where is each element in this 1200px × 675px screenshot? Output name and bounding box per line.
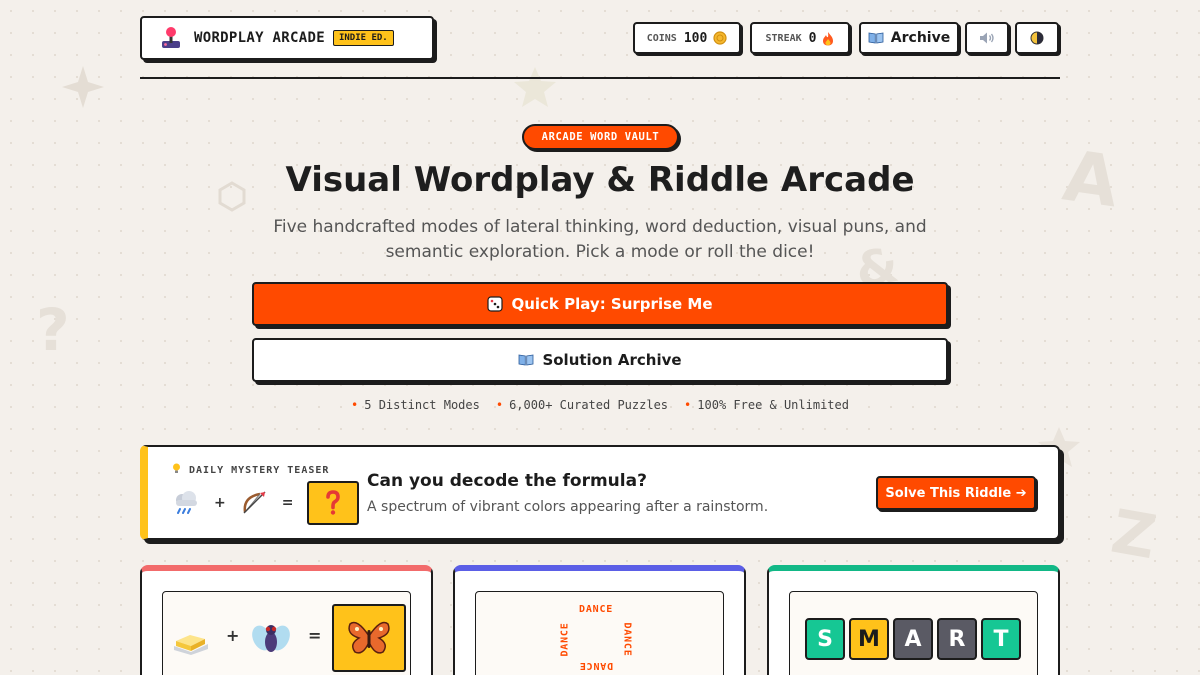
stat-item: • 5 Distinct Modes [351,398,480,412]
rebus-word-right: DANCE [621,622,633,657]
sparkle-decoration-icon [62,66,104,108]
streak-label: STREAK [765,32,802,44]
lightbulb-icon [173,463,180,473]
book-icon [519,354,534,366]
stat-item: • 100% Free & Unlimited [684,398,849,412]
card-preview: + = [162,591,411,675]
plus-operator: + [226,626,240,645]
coins-value: 100 [683,30,708,46]
rebus-word-top: DANCE [579,604,614,615]
brand-logo[interactable]: WORDPLAY ARCADE INDIE ED. [140,16,434,60]
equals-operator: = [308,626,322,645]
streak-counter[interactable]: STREAK 0 [750,22,850,54]
answer-box [307,481,360,525]
page-title: Visual Wordplay & Riddle Arcade [285,160,915,200]
archive-label: Archive [890,30,951,46]
joystick-icon [162,27,180,48]
teaser-hint: A spectrum of vibrant colors appearing a… [367,499,769,515]
rebus-word-bottom: DANCE [579,660,614,671]
mode-card-visual-pun[interactable]: + = [140,565,433,675]
book-icon [868,32,884,44]
speaker-icon [980,32,994,44]
daily-teaser-card: DAILY MYSTERY TEASER + = Can you decode … [140,445,1060,540]
teaser-label: DAILY MYSTERY TEASER [172,463,329,476]
question-mark-decoration: ? [36,296,70,364]
streak-value: 0 [808,30,817,46]
solve-riddle-button[interactable]: Solve This Riddle ➔ [876,476,1036,510]
solution-archive-label: Solution Archive [542,351,682,369]
card-preview: DANCE DANCE DANCE DANCE [475,591,724,675]
arcade-vault-tag: ARCADE WORD VAULT [522,124,679,150]
rain-cloud-icon [176,491,197,514]
half-moon-icon [1030,31,1044,45]
letter-tile: M [849,618,889,660]
dice-icon [487,296,504,312]
page-subtitle: Five handcrafted modes of lateral thinki… [273,217,927,262]
answer-box [332,604,406,672]
archive-button[interactable]: Archive [859,22,959,54]
equals-operator: = [281,495,294,511]
solution-archive-button[interactable]: Solution Archive [252,338,948,382]
quick-play-button[interactable]: Quick Play: Surprise Me [252,282,948,326]
teaser-formula: + = [172,481,360,525]
coins-counter[interactable]: COINS 100 [633,22,741,54]
butter-icon [174,635,208,655]
plus-operator: + [214,495,226,511]
letter-tile: R [937,618,977,660]
teaser-question: Can you decode the formula? [367,471,647,491]
letter-tile: S [805,618,845,660]
theme-toggle-button[interactable] [1015,22,1059,54]
letter-tile: A [893,618,933,660]
top-header: WORDPLAY ARCADE INDIE ED. COINS 100 STRE… [140,16,1060,79]
coin-icon [713,31,727,45]
mode-card-word-picture[interactable]: DANCE DANCE DANCE DANCE [453,565,746,675]
coins-label: COINS [646,32,677,44]
sound-toggle-button[interactable] [965,22,1009,54]
card-preview: S M A R T [789,591,1038,675]
rebus-word-left: DANCE [559,622,571,657]
letter-z-decoration: Z [1106,496,1162,574]
question-mark-icon [326,490,341,515]
quick-play-label: Quick Play: Surprise Me [511,295,713,313]
letter-tile: T [981,618,1021,660]
bow-and-arrow-icon [243,491,266,514]
stats-row: • 5 Distinct Modes • 6,000+ Curated Puzzle… [0,398,1200,412]
fly-icon [252,625,290,652]
butterfly-icon [348,621,390,654]
brand-title: WORDPLAY ARCADE [194,30,325,46]
edition-badge: INDIE ED. [332,30,394,46]
mode-card-word-deduction[interactable]: S M A R T [767,565,1060,675]
stat-item: • 6,000+ Curated Puzzles [495,398,669,412]
fire-icon [823,31,834,45]
